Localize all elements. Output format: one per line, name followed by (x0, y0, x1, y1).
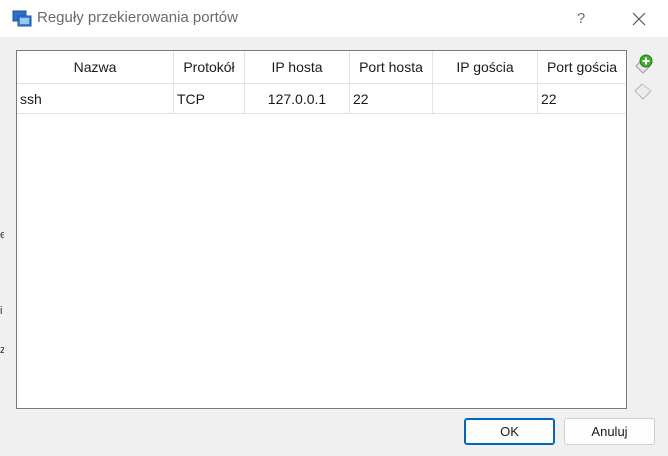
close-button[interactable] (616, 0, 662, 37)
cell-host-port[interactable]: 22 (350, 84, 433, 113)
column-header-guest-ip[interactable]: IP gościa (433, 51, 538, 84)
cell-host-ip[interactable]: 127.0.0.1 (245, 84, 350, 113)
parent-edge-text: e (0, 229, 4, 241)
column-header-host-ip[interactable]: IP hosta (245, 51, 350, 84)
virtualbox-network-icon (12, 10, 32, 27)
ok-button[interactable]: OK (464, 418, 555, 445)
table-header: Nazwa Protokół IP hosta Port hosta IP go… (17, 51, 626, 84)
parent-window-edge: e i z (0, 37, 5, 456)
parent-edge-text: z (0, 344, 4, 356)
column-header-host-port[interactable]: Port hosta (350, 51, 433, 84)
column-header-guest-port[interactable]: Port gościa (538, 51, 626, 84)
remove-rule-icon[interactable] (632, 79, 654, 101)
cell-guest-ip[interactable] (433, 84, 538, 113)
help-icon: ? (576, 10, 586, 27)
parent-edge-text: i (0, 305, 3, 317)
rules-table[interactable]: Nazwa Protokół IP hosta Port hosta IP go… (16, 50, 627, 409)
window-title: Reguły przekierowania portów (37, 9, 238, 26)
column-header-protocol[interactable]: Protokół (174, 51, 245, 84)
column-header-name[interactable]: Nazwa (17, 51, 174, 84)
help-button[interactable]: ? (558, 0, 604, 37)
cell-name[interactable]: ssh (17, 84, 174, 113)
port-forwarding-dialog: Reguły przekierowania portów ? e i z Naz… (0, 0, 668, 456)
cell-protocol[interactable]: TCP (174, 84, 245, 113)
table-row[interactable]: ssh TCP 127.0.0.1 22 22 (17, 84, 626, 114)
title-bar: Reguły przekierowania portów ? (0, 0, 668, 37)
cancel-button[interactable]: Anuluj (564, 418, 655, 445)
cell-guest-port[interactable]: 22 (538, 84, 626, 113)
add-rule-icon[interactable] (632, 53, 654, 75)
close-icon (632, 12, 646, 25)
